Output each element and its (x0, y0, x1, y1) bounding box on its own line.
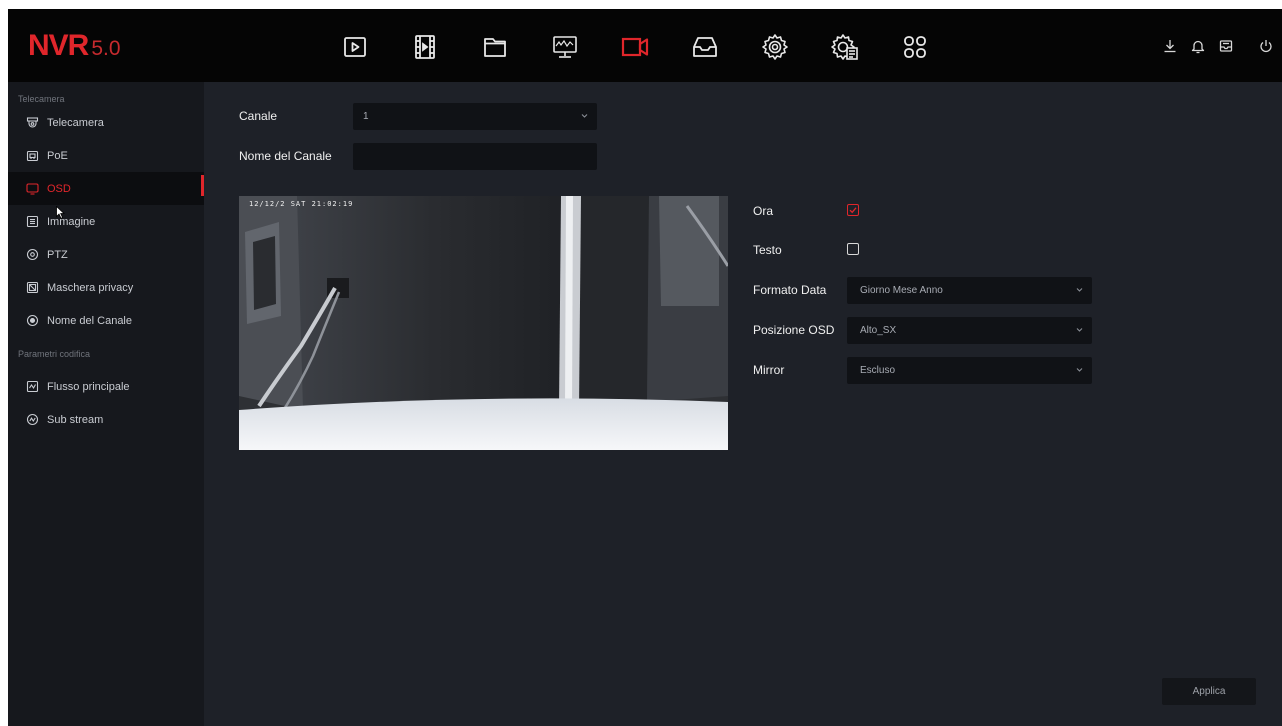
ora-checkbox[interactable] (847, 204, 859, 216)
nav-system-button[interactable] (822, 27, 868, 67)
channel-select-value: 1 (363, 111, 369, 122)
sidebar-item-label: Telecamera (47, 116, 104, 129)
top-navigation (332, 27, 962, 67)
chevron-down-icon (1076, 328, 1083, 332)
power-icon (1260, 40, 1272, 53)
camera-icon (621, 37, 649, 57)
ora-label: Ora (753, 204, 774, 218)
sidebar-item-label: Immagine (47, 215, 96, 228)
monitor-icon (553, 36, 577, 58)
apply-button[interactable]: Applica (1162, 678, 1256, 705)
storage-icon (693, 37, 717, 57)
sidebar-item-label: Maschera privacy (47, 281, 134, 294)
channel-name-input[interactable] (353, 143, 597, 170)
system-settings-icon (831, 34, 858, 60)
mirror-value: Escluso (860, 365, 896, 376)
logo-version: 5.0 (91, 37, 121, 60)
osd-position-label: Posizione OSD (753, 323, 835, 337)
chevron-down-icon (1076, 288, 1083, 292)
nav-playback-button[interactable] (332, 27, 378, 67)
testo-label: Testo (753, 243, 782, 257)
bell-icon (1191, 40, 1205, 54)
nav-file-button[interactable] (472, 27, 518, 67)
osd-position-select[interactable]: Alto_SX (847, 317, 1092, 344)
date-format-label: Formato Data (753, 283, 827, 297)
sidebar-item-flusso-principale[interactable]: Flusso principale (8, 370, 204, 403)
camera-preview: 12/12/2 SAT 21:02:19 (239, 196, 728, 450)
power-button[interactable] (1254, 35, 1278, 57)
sidebar-item-maschera-privacy[interactable]: Maschera privacy (8, 271, 204, 304)
sidebar-item-nome-del-canale[interactable]: Nome del Canale (8, 304, 204, 337)
sidebar-item-osd[interactable]: OSD (8, 172, 204, 205)
sidebar-item-label: PTZ (47, 248, 68, 261)
chevron-down-icon (1076, 368, 1083, 372)
mirror-label: Mirror (753, 363, 785, 377)
channel-label: Canale (239, 109, 278, 123)
channel-name-icon (26, 314, 39, 327)
nav-camera-button[interactable] (612, 27, 658, 67)
mirror-select[interactable]: Escluso (847, 357, 1092, 384)
image-icon (26, 215, 39, 228)
nav-monitor-button[interactable] (542, 27, 588, 67)
notifications-button[interactable] (1186, 35, 1210, 57)
nav-settings-button[interactable] (752, 27, 798, 67)
channel-select[interactable]: 1 (353, 103, 597, 130)
main-stream-icon (26, 380, 39, 393)
nav-storage-button[interactable] (682, 27, 728, 67)
sidebar-item-telecamera[interactable]: Telecamera (8, 106, 204, 139)
sidebar-item-sub-stream[interactable]: Sub stream (8, 403, 204, 436)
poe-icon (26, 149, 39, 162)
sidebar-item-label: Sub stream (47, 413, 104, 426)
privacy-mask-icon (26, 281, 39, 294)
sidebar: Telecamera Telecamera PoE OSD Immagine P… (8, 82, 204, 726)
sidebar-item-poe[interactable]: PoE (8, 139, 204, 172)
mouse-cursor-icon (56, 206, 65, 219)
download-button[interactable] (1158, 35, 1182, 57)
testo-checkbox[interactable] (847, 243, 859, 255)
sidebar-section-encoding: Parametri codifica (18, 349, 91, 359)
osd-timestamp: 12/12/2 SAT 21:02:19 (249, 200, 354, 208)
file-folder-icon (484, 38, 506, 57)
sidebar-section-camera: Telecamera (18, 94, 65, 104)
grid-apps-icon (904, 36, 926, 58)
inbox-button[interactable] (1214, 35, 1238, 57)
nvr-window: NVR 5.0 Telecamera Telecamera PoE OSD Im… (8, 9, 1282, 726)
sidebar-item-label: OSD (47, 182, 71, 195)
top-right-toolbar (1158, 35, 1282, 57)
nav-video-clip-button[interactable] (402, 27, 448, 67)
date-format-select[interactable]: Giorno Mese Anno (847, 277, 1092, 304)
channel-name-label: Nome del Canale (239, 149, 332, 163)
checkmark-icon (849, 207, 857, 214)
sidebar-item-label: Flusso principale (47, 380, 130, 393)
date-format-value: Giorno Mese Anno (860, 285, 943, 296)
sidebar-item-immagine[interactable]: Immagine (8, 205, 204, 238)
osd-settings-panel: Canale 1 Nome del Canale 12/12/2 SAT 21:… (204, 82, 1282, 726)
logo-text: NVR (28, 29, 89, 62)
sidebar-item-label: Nome del Canale (47, 314, 132, 327)
sub-stream-icon (26, 413, 39, 426)
logo: NVR 5.0 (28, 29, 121, 63)
chevron-down-icon (581, 114, 588, 118)
download-icon (1164, 40, 1176, 53)
inbox-icon (1219, 40, 1233, 52)
camera-image (239, 196, 728, 450)
ptz-icon (26, 248, 39, 261)
osd-position-value: Alto_SX (860, 325, 897, 336)
sidebar-item-ptz[interactable]: PTZ (8, 238, 204, 271)
camera-icon (26, 116, 39, 129)
video-clip-icon (415, 35, 435, 59)
playback-icon (344, 37, 366, 57)
top-bar: NVR 5.0 (8, 9, 1282, 82)
nav-apps-button[interactable] (892, 27, 938, 67)
sidebar-item-label: PoE (47, 149, 68, 162)
osd-monitor-icon (26, 182, 39, 195)
settings-gear-icon (762, 34, 788, 60)
